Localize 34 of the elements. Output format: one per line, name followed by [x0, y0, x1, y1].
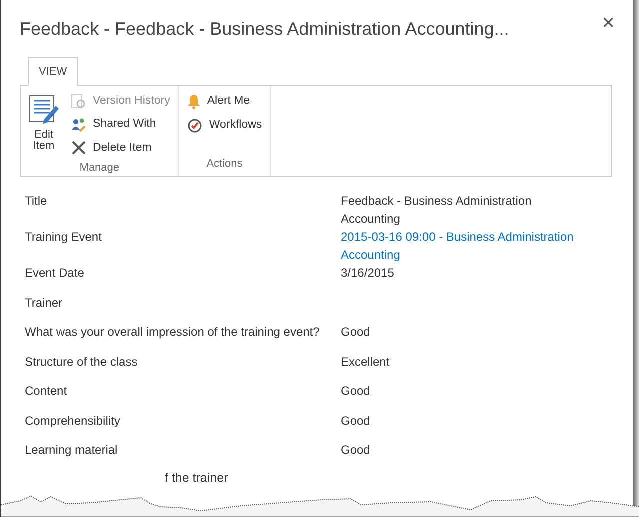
document-magnifier-icon: [71, 94, 87, 110]
field-value: Good: [341, 414, 370, 428]
ribbon-button[interactable]: Shared With: [67, 113, 174, 137]
field-value: Good: [341, 443, 370, 457]
edit-document-icon: [28, 94, 60, 126]
field-label: f the trainer: [164, 470, 230, 484]
field-label: Learning material: [25, 442, 119, 459]
field-label: What was your overall impression of the training event?: [25, 324, 321, 341]
field-label: Content: [25, 383, 68, 400]
dialog-title: Feedback - Feedback - Business Administration Accounting...: [20, 18, 510, 41]
ribbon-button[interactable]: Workflows: [183, 114, 266, 138]
field-link[interactable]: 2015-03-16 09:00 - Business Administration Accounting: [341, 228, 601, 264]
field-value: Feedback - Business Administration Accounting: [341, 194, 532, 226]
field-value: Excellent: [341, 354, 390, 368]
field-label: Trainer: [25, 294, 64, 312]
bell-icon: [187, 94, 202, 110]
people-icon: [71, 116, 87, 133]
field-label: Training Event: [25, 229, 103, 246]
ribbon-tab[interactable]: VIEW: [28, 57, 78, 86]
field-label: Event Date: [25, 265, 86, 282]
field-label: Comprehensibility: [25, 412, 122, 430]
ribbon-button[interactable]: Delete Item: [67, 136, 174, 160]
workflow-icon: [187, 118, 204, 134]
field-label: Structure of the class: [25, 354, 139, 370]
field-value: 3/16/2015: [341, 266, 394, 280]
delete-icon: [71, 140, 87, 156]
field-value: Good: [341, 325, 370, 339]
field-value: Good: [341, 384, 370, 398]
edit-item-button[interactable]: Edit Item: [25, 90, 63, 160]
group-label: Actions: [206, 156, 244, 172]
group-label: Manage: [78, 161, 121, 176]
ribbon-button[interactable]: Alert Me: [183, 90, 266, 114]
close-button[interactable]: ×: [598, 12, 619, 34]
field-label: Title: [25, 193, 48, 210]
